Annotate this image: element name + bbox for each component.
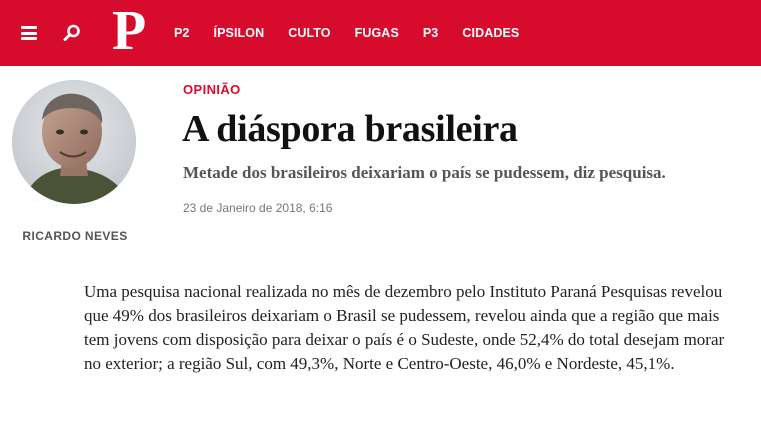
nav-item-culto[interactable]: CULTO (288, 26, 330, 40)
nav-item-cidades[interactable]: CIDADES (462, 26, 519, 40)
search-icon[interactable] (63, 24, 81, 42)
section-label[interactable]: OPINIÃO (183, 82, 241, 97)
publication-date: 23 de Janeiro de 2018, 6:16 (183, 201, 333, 215)
nav-item-p2[interactable]: P2 (174, 26, 190, 40)
author-name[interactable]: RICARDO NEVES (0, 229, 150, 243)
nav-item-fugas[interactable]: FUGAS (355, 26, 399, 40)
top-navigation-bar: P P2 ÍPSILON CULTO FUGAS P3 CIDADES (0, 0, 761, 66)
article-body-paragraph: Uma pesquisa nacional realizada no mês d… (84, 282, 725, 373)
article-subtitle: Metade dos brasileiros deixariam o país … (183, 163, 666, 182)
section-nav: P2 ÍPSILON CULTO FUGAS P3 CIDADES (174, 0, 543, 66)
article-title: A diáspora brasileira (182, 108, 518, 150)
author-avatar[interactable] (12, 80, 136, 204)
publico-logo[interactable]: P (112, 3, 152, 59)
author-photo (12, 80, 136, 204)
hamburger-menu-icon[interactable] (21, 26, 37, 40)
top-bar-inner: P P2 ÍPSILON CULTO FUGAS P3 CIDADES (0, 0, 761, 66)
nav-item-ipsilon[interactable]: ÍPSILON (214, 26, 265, 40)
nav-item-p3[interactable]: P3 (423, 26, 439, 40)
